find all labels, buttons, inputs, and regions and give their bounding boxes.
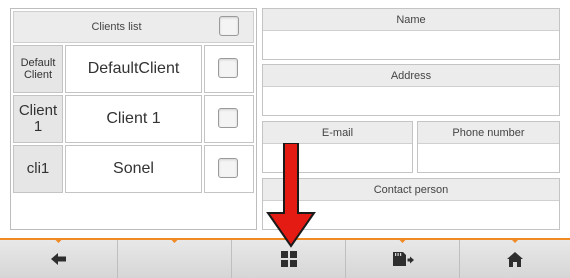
select-all-checkbox[interactable] — [219, 16, 239, 36]
client-check-cell[interactable] — [204, 95, 254, 143]
address-field[interactable]: Address — [262, 64, 560, 116]
home-icon — [507, 251, 523, 267]
client-checkbox[interactable] — [218, 108, 238, 128]
client-check-cell[interactable] — [204, 45, 254, 93]
grid-icon — [280, 251, 297, 267]
client-row[interactable]: cli1 Sonel — [13, 145, 254, 193]
name-input[interactable] — [263, 31, 559, 59]
clients-list-panel: Clients list Default Client DefaultClien… — [10, 8, 257, 230]
bottom-navigation-bar — [0, 238, 570, 278]
phone-field[interactable]: Phone number — [417, 121, 560, 173]
contact-person-field[interactable]: Contact person — [262, 178, 560, 230]
contact-person-label: Contact person — [263, 179, 559, 201]
email-input[interactable] — [263, 144, 412, 172]
client-row[interactable]: Client 1 Client 1 — [13, 95, 254, 143]
email-label: E-mail — [263, 122, 412, 144]
client-checkbox[interactable] — [218, 158, 238, 178]
phone-label: Phone number — [418, 122, 559, 144]
client-check-cell[interactable] — [204, 145, 254, 193]
client-row[interactable]: Default Client DefaultClient — [13, 45, 254, 93]
address-label: Address — [263, 65, 559, 87]
name-label: Name — [263, 9, 559, 31]
tab-notch — [510, 238, 520, 243]
phone-input[interactable] — [418, 144, 559, 172]
client-name[interactable]: Client 1 — [65, 95, 202, 143]
address-input[interactable] — [263, 87, 559, 115]
back-button[interactable] — [0, 238, 118, 278]
client-name[interactable]: DefaultClient — [65, 45, 202, 93]
sd-card-export-icon — [392, 252, 414, 266]
client-name[interactable]: Sonel — [65, 145, 202, 193]
email-field[interactable]: E-mail — [262, 121, 413, 173]
name-field[interactable]: Name — [262, 8, 560, 60]
client-abbreviation[interactable]: Client 1 — [13, 95, 63, 143]
home-button[interactable] — [460, 238, 570, 278]
contact-person-input[interactable] — [263, 201, 559, 229]
tab-notch — [53, 238, 64, 243]
client-abbreviation[interactable]: cli1 — [13, 145, 63, 193]
clients-list-header: Clients list — [13, 11, 254, 43]
client-abbreviation[interactable]: Default Client — [13, 45, 63, 93]
grid-button[interactable] — [232, 238, 346, 278]
client-checkbox[interactable] — [218, 58, 238, 78]
tab-notch — [169, 238, 180, 243]
tab-notch — [283, 238, 294, 243]
tab-notch — [397, 238, 408, 243]
arrow-left-icon — [50, 253, 66, 265]
sd-card-export-button[interactable] — [346, 238, 460, 278]
empty-nav-button[interactable] — [118, 238, 232, 278]
clients-list-title: Clients list — [91, 21, 142, 33]
